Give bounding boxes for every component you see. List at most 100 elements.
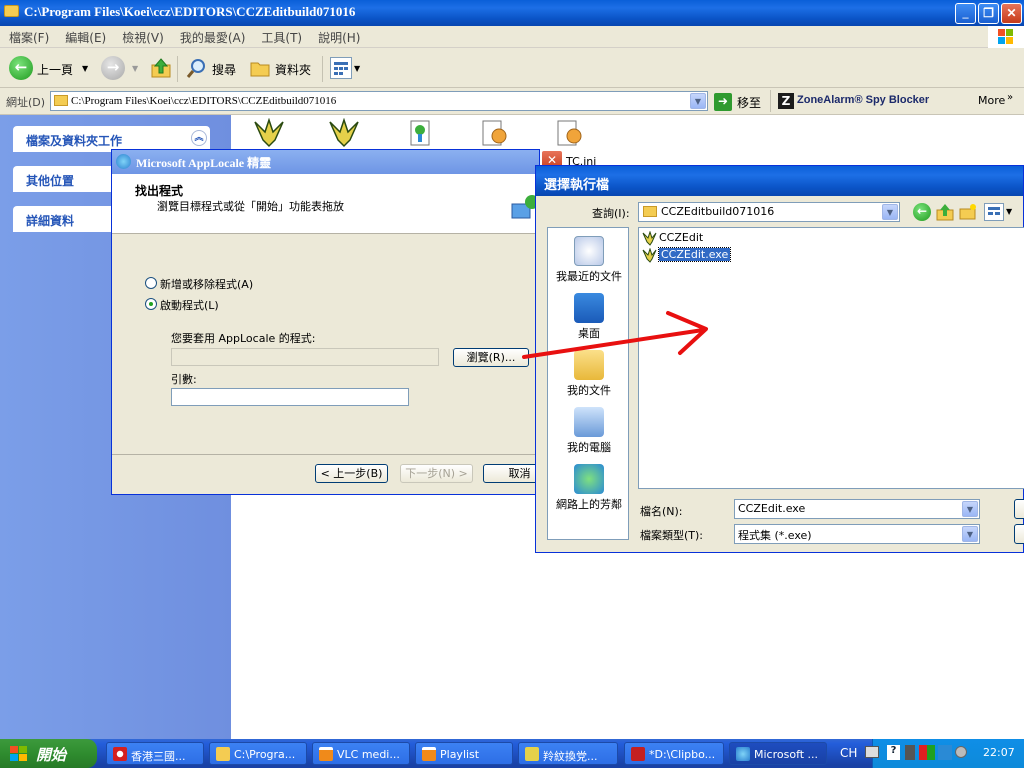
address-input[interactable]: C:\Program Files\Koei\ccz\EDITORS\CCZEdi…: [50, 91, 708, 111]
taskbar-item-vlc[interactable]: VLC medi...: [312, 742, 410, 765]
keyboard-icon[interactable]: [865, 746, 879, 758]
tray-monitor-icon[interactable]: [919, 745, 935, 760]
address-dropdown-icon[interactable]: ▼: [690, 93, 706, 109]
start-button[interactable]: 開始: [0, 739, 97, 768]
help-icon[interactable]: ?: [887, 745, 900, 760]
folder-icon: [643, 206, 657, 217]
taskbar-item-applocale[interactable]: Microsoft ...: [729, 742, 827, 765]
maximize-button[interactable]: ❐: [978, 3, 999, 24]
launch-program-radio[interactable]: [145, 298, 157, 310]
start-label: 開始: [36, 746, 67, 764]
taskbar-item-editor[interactable]: 羚紋換党...: [518, 742, 618, 765]
place-recent[interactable]: 我最近的文件: [548, 236, 630, 284]
applocale-globe-icon: [736, 747, 750, 761]
config-file-icon[interactable]: [554, 118, 586, 148]
back-button[interactable]: < 上一步(B): [315, 464, 388, 483]
zonealarm-logo-icon: Z: [778, 93, 794, 109]
clipboard-app-icon: [631, 747, 645, 761]
up-folder-icon[interactable]: [150, 57, 172, 79]
place-my-computer[interactable]: 我的電腦: [548, 407, 630, 455]
folders-button[interactable]: 資料夾: [275, 61, 311, 78]
list-item-selected[interactable]: CCZEdit.exe: [641, 247, 732, 264]
menu-favorites[interactable]: 我的最愛(A): [171, 26, 253, 46]
view-dropdown-icon[interactable]: ▼: [1006, 207, 1012, 216]
task-label: 羚紋換党...: [543, 750, 598, 763]
taskbar-item-explorer[interactable]: C:\Progra...: [209, 742, 307, 765]
back-arrow-icon[interactable]: ←: [9, 56, 33, 80]
collapse-chevron-icon[interactable]: ︽: [191, 130, 207, 146]
search-icon[interactable]: [186, 57, 208, 79]
view-menu-icon[interactable]: [984, 203, 1004, 221]
close-button[interactable]: ✕: [1001, 3, 1022, 24]
tray-network-icon[interactable]: [938, 745, 952, 760]
add-remove-radio[interactable]: [145, 277, 157, 289]
window-titlebar[interactable]: C:\Program Files\Koei\ccz\EDITORS\CCZEdi…: [0, 0, 1024, 26]
menu-help[interactable]: 說明(H): [309, 26, 367, 46]
search-button[interactable]: 搜尋: [212, 61, 236, 78]
next-button[interactable]: 下一步(N) >: [400, 464, 473, 483]
task-label: 香港三國...: [131, 750, 186, 763]
place-label: 我最近的文件: [556, 270, 622, 283]
filename-value: CCZEdit.exe: [738, 502, 806, 515]
task-label: C:\Progra...: [234, 748, 296, 761]
applocale-titlebar[interactable]: Microsoft AppLocale 精靈: [112, 150, 539, 174]
address-label: 網址(D): [6, 96, 46, 109]
task-label: VLC medi...: [337, 748, 400, 761]
folders-icon[interactable]: [249, 57, 271, 79]
forward-dropdown-icon[interactable]: ▼: [132, 64, 138, 73]
views-dropdown-icon[interactable]: ▼: [354, 64, 360, 73]
places-bar: 我最近的文件 桌面 我的文件 我的電腦 網路上的芳鄰: [547, 227, 629, 540]
zonealarm-toolbar[interactable]: ZoneAlarm® Spy Blocker: [797, 94, 929, 106]
volume-icon[interactable]: [955, 746, 967, 758]
filetype-dropdown-icon[interactable]: ▼: [962, 526, 978, 542]
filename-dropdown-icon[interactable]: ▼: [962, 501, 978, 517]
args-input[interactable]: [171, 388, 409, 406]
launch-program-label[interactable]: 啟動程式(L): [160, 297, 219, 313]
back-arrow-icon[interactable]: ←: [913, 203, 931, 221]
tray-app-icon[interactable]: [905, 745, 915, 760]
add-remove-label[interactable]: 新增或移除程式(A): [160, 276, 253, 292]
taskbar-item-browser[interactable]: 香港三國...: [106, 742, 204, 765]
applocale-globe-icon: [116, 154, 131, 169]
task-pane-label: 詳細資料: [26, 214, 75, 228]
filetype-combo[interactable]: 程式集 (*.exe) ▼: [734, 524, 980, 544]
filename-combo[interactable]: CCZEdit.exe ▼: [734, 499, 980, 519]
folder-icon: [4, 5, 19, 17]
select-exe-titlebar[interactable]: 選擇執行檔: [536, 166, 1023, 196]
bird-exe-icon[interactable]: [328, 117, 360, 148]
lookin-dropdown-icon[interactable]: ▼: [882, 204, 898, 220]
list-item[interactable]: CCZEdit: [641, 231, 703, 247]
lookin-combo[interactable]: CCZEditbuild071016 ▼: [638, 202, 900, 222]
red-arrow-annotation: [522, 311, 708, 359]
bird-exe-icon[interactable]: [253, 117, 285, 148]
new-folder-icon[interactable]: [959, 203, 977, 221]
place-network[interactable]: 網路上的芳鄰: [548, 464, 630, 512]
clock[interactable]: 22:07: [983, 746, 1015, 759]
more-button[interactable]: More: [978, 94, 1005, 107]
place-label: 我的文件: [567, 384, 611, 397]
go-arrow-icon[interactable]: ➜: [714, 93, 732, 111]
language-indicator[interactable]: CH: [840, 746, 857, 760]
open-button[interactable]: [1014, 499, 1024, 519]
applocale-header: 找出程式 瀏覽目標程式或從「開始」功能表拖放: [112, 174, 539, 234]
menu-view[interactable]: 檢視(V): [113, 26, 171, 46]
more-chevron-icon[interactable]: »: [1007, 92, 1013, 103]
views-icon[interactable]: [330, 57, 352, 79]
taskbar-item-playlist[interactable]: Playlist: [415, 742, 513, 765]
go-button[interactable]: 移至: [737, 94, 761, 111]
setup-file-icon[interactable]: [405, 118, 437, 148]
forward-arrow-icon[interactable]: →: [101, 56, 125, 80]
menu-edit[interactable]: 編輯(E): [56, 26, 113, 46]
taskbar-item-clipboard[interactable]: *D:\Clipbo...: [624, 742, 724, 765]
program-path-input[interactable]: [171, 348, 439, 366]
menu-tools[interactable]: 工具(T): [252, 26, 309, 46]
cancel-button[interactable]: [1014, 524, 1024, 544]
task-label: Playlist: [440, 748, 480, 761]
back-dropdown-icon[interactable]: ▼: [82, 64, 88, 73]
config-file-icon[interactable]: [479, 118, 511, 148]
menu-file[interactable]: 檔案(F): [0, 26, 56, 46]
minimize-button[interactable]: _: [955, 3, 976, 24]
my-computer-icon: [574, 407, 604, 437]
up-folder-icon[interactable]: [936, 203, 954, 221]
back-button[interactable]: 上一頁: [37, 61, 73, 78]
